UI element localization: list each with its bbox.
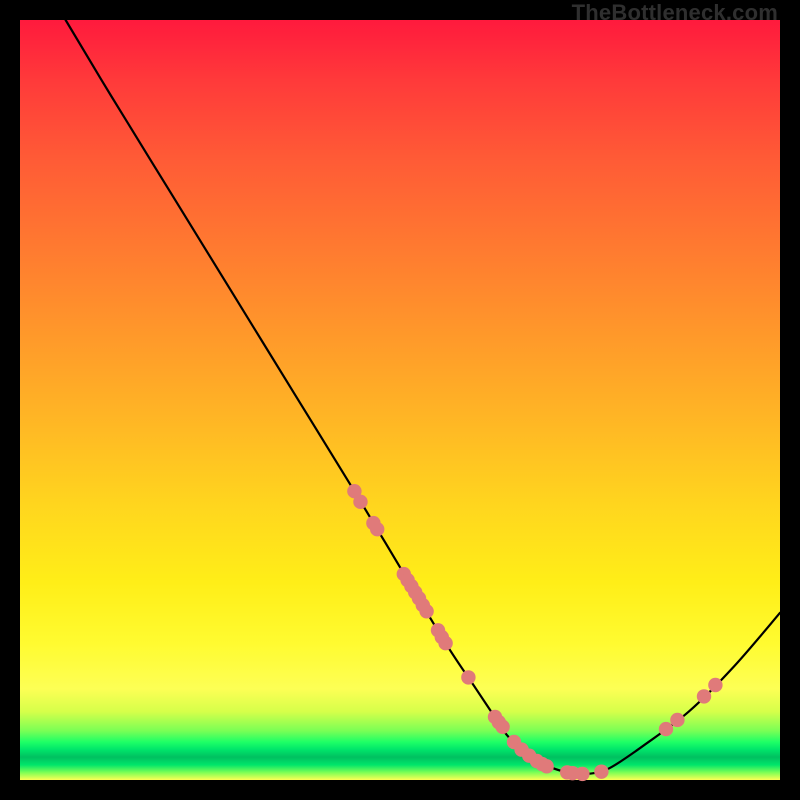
data-points [347,484,722,781]
data-point [461,670,475,684]
data-point [670,713,684,727]
data-point [419,604,433,618]
data-point [697,689,711,703]
data-point [594,764,608,778]
data-point [539,759,553,773]
data-point [370,522,384,536]
data-point [659,722,673,736]
data-point [575,767,589,781]
data-point [708,678,722,692]
data-point [438,636,452,650]
bottleneck-curve [66,20,780,774]
chart-svg [20,20,780,780]
data-point [353,495,367,509]
data-point [495,720,509,734]
chart-frame [20,20,780,780]
